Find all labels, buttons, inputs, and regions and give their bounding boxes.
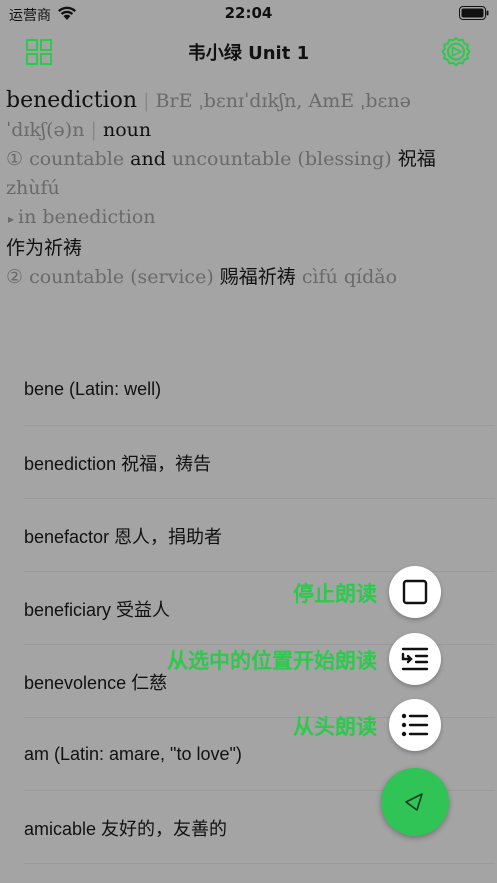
list-item-label: benediction 祝福，祷告	[24, 453, 212, 474]
read-from-start-button[interactable]	[389, 699, 441, 751]
chinese-translation: 祝福	[397, 148, 436, 170]
sense-number: ①	[6, 148, 24, 170]
status-time: 22:04	[224, 4, 273, 22]
battery-icon	[459, 6, 489, 20]
phrase-translation: 作为祈祷	[6, 237, 83, 259]
stop-reading-button[interactable]	[389, 566, 441, 618]
list-item-label: beneficiary 受益人	[24, 599, 171, 620]
dictionary-entry: benediction | BrE ˌbɛnɪˈdɪkʃn, AmE ˌbɛnə…	[6, 86, 488, 292]
list-item[interactable]: benefactor 恩人，捐助者	[24, 499, 495, 572]
separator: |	[90, 119, 97, 141]
list-item-label: benevolence 仁慈	[24, 672, 168, 693]
read-from-selected-label[interactable]: 从选中的位置开始朗读	[167, 645, 377, 675]
sense-number: ②	[6, 266, 24, 288]
list-item-label: bene (Latin: well)	[24, 379, 162, 399]
gear-icon[interactable]	[440, 36, 472, 68]
list-indent-icon	[401, 647, 429, 671]
pinyin: cìfú qídǎo	[301, 266, 398, 288]
list-item-label: am (Latin: amare, "to love")	[24, 744, 242, 764]
list-item[interactable]: benediction 祝福，祷告	[24, 426, 495, 499]
grammar-and: and	[130, 148, 166, 170]
chinese-translation: 赐福祈祷	[219, 266, 296, 288]
list-item-label: amicable 友好的，友善的	[24, 818, 228, 839]
grammar-label: countable (service)	[29, 266, 214, 288]
read-from-selected-button[interactable]	[389, 633, 441, 685]
grammar-label: uncountable (blessing)	[171, 148, 392, 170]
list-icon	[401, 713, 429, 737]
nav-title: 韦小绿 Unit 1	[187, 43, 310, 64]
stop-icon	[402, 579, 428, 605]
status-bar: 运营商 22:04	[0, 0, 497, 28]
separator: |	[143, 90, 150, 112]
stop-reading-label[interactable]: 停止朗读	[293, 578, 377, 608]
list-item[interactable]: bene (Latin: well)	[24, 353, 495, 426]
phrase: in benediction	[18, 206, 156, 228]
headword: benediction	[6, 88, 138, 113]
play-icon	[405, 793, 423, 811]
pronunciation-cont: ˈdɪkʃ(ə)n	[6, 119, 85, 141]
grammar-label: countable	[29, 148, 125, 170]
read-from-start-label[interactable]: 从头朗读	[293, 711, 377, 741]
pinyin: zhùfú	[6, 177, 60, 199]
triangle-icon: ▸	[8, 212, 15, 226]
part-of-speech: noun	[102, 119, 152, 141]
read-aloud-fab[interactable]	[381, 768, 449, 836]
list-item-label: benefactor 恩人，捐助者	[24, 526, 223, 547]
pronunciation: BrE ˌbɛnɪˈdɪkʃn, AmE ˌbɛnə	[155, 90, 411, 112]
